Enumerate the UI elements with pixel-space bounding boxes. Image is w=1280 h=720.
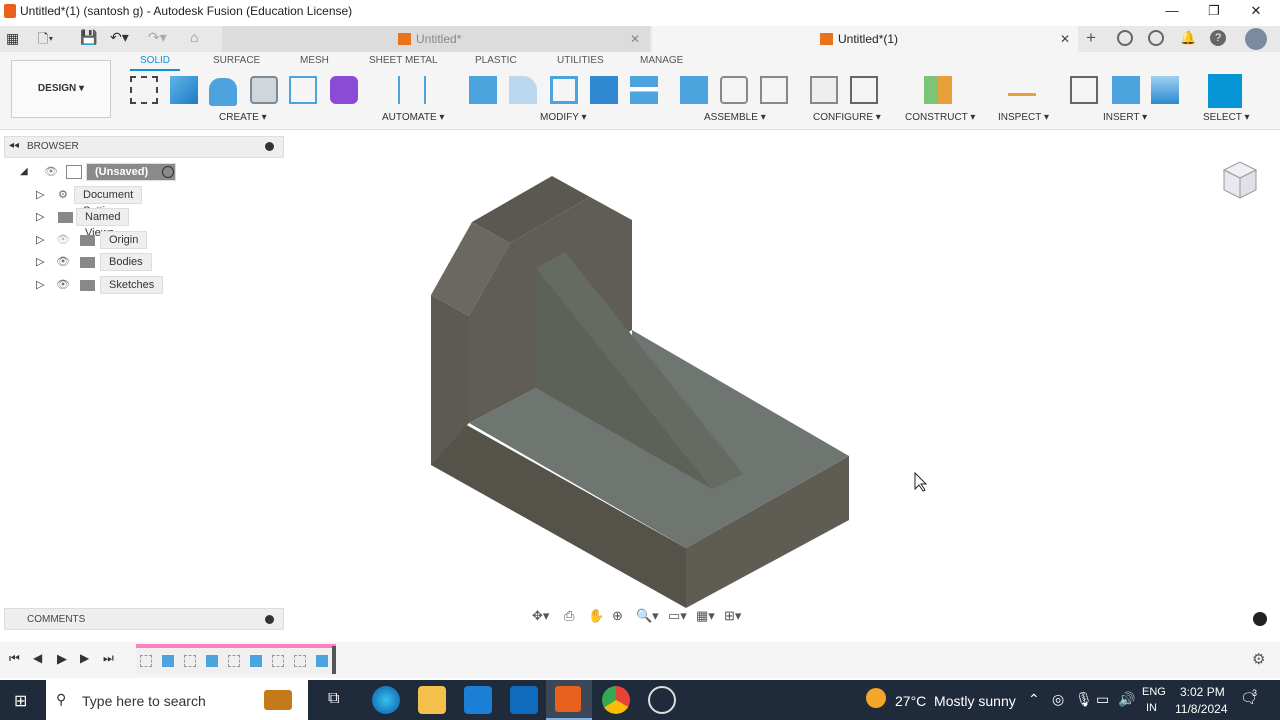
tray-chevron-icon[interactable]: ⌃: [1028, 691, 1040, 708]
meet-icon[interactable]: ◎: [1052, 691, 1064, 708]
timeline-track[interactable]: [136, 644, 336, 674]
microphone-icon[interactable]: 🎙: [1075, 691, 1093, 708]
view-cube[interactable]: [1210, 152, 1260, 202]
play-icon[interactable]: ▶: [57, 651, 67, 667]
language-bottom[interactable]: IN: [1146, 702, 1157, 714]
view-cube-icon[interactable]: [1210, 152, 1260, 212]
work-briefcase-icon[interactable]: [264, 690, 292, 710]
extrude-feature-icon[interactable]: [206, 655, 218, 667]
timeline-settings-icon[interactable]: ⚙: [1252, 650, 1265, 668]
edge-icon[interactable]: [372, 686, 400, 714]
orbit-icon[interactable]: ✥▾: [532, 608, 549, 624]
network-icon[interactable]: ▭: [1096, 691, 1109, 708]
sketch-feature-icon[interactable]: [184, 655, 196, 667]
comments-title: COMMENTS: [27, 614, 86, 625]
weather-text[interactable]: 27°C Mostly sunny: [895, 693, 1016, 709]
timeline-bar: ⏮ ◀ ▶ ▶ ⏭ ⚙: [0, 642, 1280, 678]
extrude-feature-icon[interactable]: [250, 655, 262, 667]
display-settings-icon[interactable]: ▭▾: [668, 608, 687, 624]
navigation-bar: ✥▾ ⎙ ✋ ⊕ 🔍▾ ▭▾ ▦▾ ⊞▾: [528, 608, 752, 628]
extrude-feature-icon[interactable]: [316, 655, 328, 667]
pan-icon[interactable]: ✋: [588, 608, 604, 624]
fusion-icon: [555, 686, 581, 712]
extrude-feature-icon[interactable]: [162, 655, 174, 667]
store-icon[interactable]: [464, 686, 492, 714]
search-placeholder: Type here to search: [82, 693, 206, 709]
viewports-icon[interactable]: ⊞▾: [724, 608, 741, 624]
volume-icon[interactable]: 🔊: [1118, 691, 1135, 708]
windows-taskbar: ⊞ ⚲ Type here to search ⧉ 27°C Mostly su…: [0, 680, 1280, 720]
fusion-taskbar-button[interactable]: [546, 680, 592, 720]
app-icon[interactable]: [648, 686, 676, 714]
notification-count-badge: 3: [1252, 688, 1258, 698]
add-comment-icon[interactable]: [265, 615, 274, 624]
clock-date[interactable]: 11/8/2024: [1175, 702, 1228, 716]
last-step-icon[interactable]: ⏭: [103, 651, 114, 666]
comments-panel[interactable]: COMMENTS: [4, 608, 284, 630]
language-top[interactable]: ENG: [1142, 686, 1166, 698]
task-view-icon[interactable]: ⧉: [328, 690, 339, 708]
sketch-feature-icon[interactable]: [294, 655, 306, 667]
weather-icon[interactable]: [866, 688, 886, 708]
taskbar-search[interactable]: ⚲ Type here to search: [46, 680, 308, 720]
first-step-icon[interactable]: ⏮: [9, 651, 20, 666]
fit-icon[interactable]: 🔍▾: [636, 608, 659, 624]
sketch-feature-icon[interactable]: [228, 655, 240, 667]
file-explorer-icon[interactable]: [418, 686, 446, 714]
chrome-icon[interactable]: [602, 686, 630, 714]
sketch-feature-icon[interactable]: [272, 655, 284, 667]
grid-settings-icon[interactable]: ▦▾: [696, 608, 715, 624]
zoom-icon[interactable]: ⊕: [612, 608, 623, 624]
outlook-icon[interactable]: [510, 686, 538, 714]
timeline-marker[interactable]: [332, 646, 336, 674]
next-step-icon[interactable]: ▶: [80, 651, 89, 665]
text-commands-icon[interactable]: [1253, 612, 1267, 626]
cursor-arrow: [914, 471, 928, 492]
previous-step-icon[interactable]: ◀: [33, 651, 42, 665]
look-at-icon[interactable]: ⎙: [564, 608, 574, 624]
clock-time[interactable]: 3:02 PM: [1180, 685, 1225, 699]
search-icon: ⚲: [56, 691, 67, 707]
windows-start-icon[interactable]: ⊞: [14, 691, 27, 711]
sketch-feature-icon[interactable]: [140, 655, 152, 667]
